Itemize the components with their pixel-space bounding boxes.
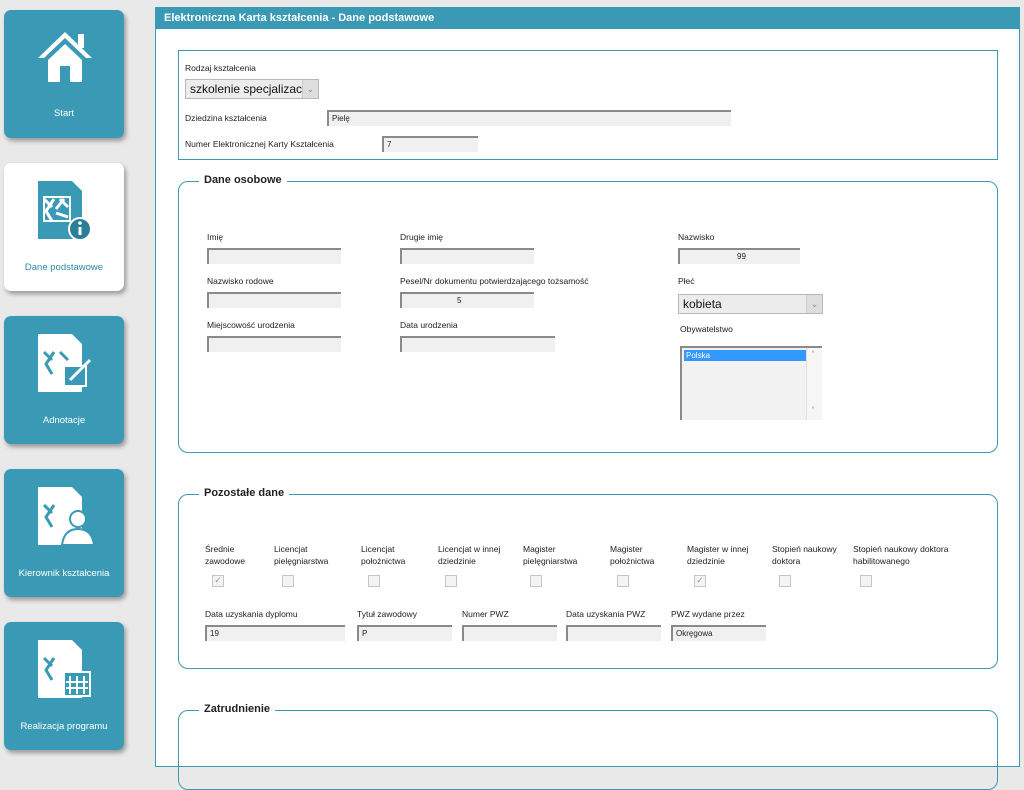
nav-dane-podstawowe-label: Dane podstawowe [24, 262, 104, 273]
document-calendar-icon [38, 640, 91, 698]
obywatelstwo-label: Obywatelstwo [680, 324, 733, 334]
checkbox-mgr-inna[interactable]: ✓ [694, 575, 706, 587]
rodzaj-select-value: szkolenie specjalizac [190, 82, 303, 96]
nav-start-label: Start [53, 108, 75, 119]
checkbox-mgr-pielegniarstwa[interactable] [530, 575, 542, 587]
employment-legend: Zatrudnienie [199, 703, 276, 715]
miejscowosc-field[interactable] [207, 336, 341, 352]
chevron-down-icon: ⌄ [302, 80, 318, 98]
panel-title: Elektroniczna Karta kształcenia - Dane p… [156, 8, 1019, 29]
checkbox-habilitacja[interactable] [860, 575, 872, 587]
document-edit-icon [38, 334, 92, 392]
home-icon [38, 32, 92, 82]
check-label: Licencjat pielęgniarstwa [274, 544, 329, 566]
imie-field[interactable] [207, 248, 341, 264]
rodzaj-select[interactable]: szkolenie specjalizac ⌄ [185, 79, 319, 99]
chevron-down-icon: ⌄ [806, 295, 822, 313]
nav-realizacja-label: Realizacja programu [20, 721, 108, 732]
data-dyplomu-field[interactable]: 19 [205, 625, 345, 641]
checkbox-mgr-poloznictwa[interactable] [617, 575, 629, 587]
nav-kierownik-button[interactable]: Kierownik kształcenia [4, 469, 124, 597]
imie-label: Imię [207, 232, 224, 242]
numer-karty-label: Numer Elektronicznej Karty Kształcenia [185, 139, 334, 149]
nav-adnotacje-label: Adnotacje [42, 415, 86, 426]
checkbox-doktor[interactable] [779, 575, 791, 587]
pesel-field[interactable]: 5 [400, 292, 534, 308]
data-urodzenia-field[interactable] [400, 336, 555, 352]
dziedzina-label: Dziedzina kształcenia [185, 113, 267, 123]
plec-select[interactable]: kobieta ⌄ [678, 294, 823, 314]
nazwisko-rodowe-label: Nazwisko rodowe [207, 276, 274, 286]
listbox-scrollbar[interactable]: ˄ ˅ [806, 348, 822, 420]
checkbox-srednie[interactable]: ✓ [212, 575, 224, 587]
rodzaj-label: Rodzaj kształcenia [185, 63, 256, 73]
nazwisko-field[interactable]: 99 [678, 248, 800, 264]
numer-pwz-label: Numer PWZ [462, 609, 509, 619]
nav-dane-podstawowe-button[interactable]: Dane podstawowe [4, 163, 124, 291]
other-data-legend: Pozostałe dane [199, 487, 290, 499]
checkbox-lic-inna[interactable] [445, 575, 457, 587]
pwz-wydane-label: PWZ wydane przez [671, 609, 745, 619]
check-label: Licencjat w innej dziedzinie [438, 544, 501, 566]
check-label: Magister położnictwa [610, 544, 655, 566]
nav-realizacja-button[interactable]: Realizacja programu [4, 622, 124, 750]
document-info-icon [38, 181, 92, 241]
check-label: Średnie zawodowe [205, 544, 246, 566]
drugie-imie-field[interactable] [400, 248, 534, 264]
employment-fieldset: Zatrudnienie [178, 703, 998, 790]
miejscowosc-label: Miejscowość urodzenia [207, 320, 295, 330]
scroll-down-icon[interactable]: ˅ [811, 406, 815, 415]
other-data-fieldset: Pozostałe dane [178, 487, 998, 669]
personal-data-fieldset: Dane osobowe [178, 174, 998, 453]
check-label: Stopień naukowy doktora habilitowanego [853, 544, 949, 566]
data-pwz-field[interactable] [566, 625, 661, 641]
check-label: Magister pielęgniarstwa [523, 544, 578, 566]
nazwisko-rodowe-field[interactable] [207, 292, 341, 308]
numer-karty-field[interactable]: 7 [382, 136, 478, 152]
scroll-up-icon[interactable]: ˄ [811, 350, 815, 359]
data-pwz-label: Data uzyskania PWZ [566, 609, 646, 619]
sidebar-nav: Start Dane podstawowe Adnotacje Kierowni… [0, 0, 145, 756]
numer-pwz-field[interactable] [462, 625, 557, 641]
personal-data-legend: Dane osobowe [199, 174, 287, 186]
check-label: Licencjat położnictwa [361, 544, 406, 566]
document-person-icon [38, 487, 96, 546]
checkbox-lic-pielegniarstwa[interactable] [282, 575, 294, 587]
checkbox-lic-poloznictwa[interactable] [368, 575, 380, 587]
check-label: Stopień naukowy doktora [772, 544, 837, 566]
pesel-label: Pesel/Nr dokumentu potwierdzającego tożs… [400, 276, 589, 286]
data-urodzenia-label: Data urodzenia [400, 320, 458, 330]
drugie-imie-label: Drugie imię [400, 232, 443, 242]
tytul-label: Tytuł zawodowy [357, 609, 417, 619]
obywatelstwo-listbox[interactable]: Polska ˄ ˅ [680, 346, 822, 420]
pwz-wydane-field[interactable]: Okręgowa [671, 625, 766, 641]
nav-adnotacje-button[interactable]: Adnotacje [4, 316, 124, 444]
nav-start-button[interactable]: Start [4, 10, 124, 138]
nav-kierownik-label: Kierownik kształcenia [18, 568, 110, 579]
dziedzina-field[interactable]: Pielę [327, 110, 731, 126]
plec-label: Płeć [678, 276, 695, 286]
basic-info-box: Rodzaj kształcenia szkolenie specjalizac… [178, 50, 998, 160]
obywatelstwo-option[interactable]: Polska [684, 350, 808, 361]
main-panel: Elektroniczna Karta kształcenia - Dane p… [155, 7, 1020, 790]
plec-select-value: kobieta [683, 297, 722, 311]
nazwisko-label: Nazwisko [678, 232, 715, 242]
tytul-field[interactable]: P [357, 625, 452, 641]
data-dyplomu-label: Data uzyskania dyplomu [205, 609, 298, 619]
check-label: Magister w innej dziedzinie [687, 544, 749, 566]
